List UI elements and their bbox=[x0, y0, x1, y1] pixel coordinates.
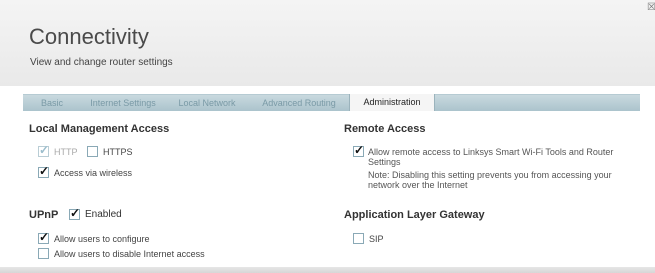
upnp-configure-option: Allow users to configure bbox=[38, 230, 150, 245]
sip-label: SIP bbox=[369, 233, 384, 244]
page-header: Connectivity View and change router sett… bbox=[0, 0, 655, 86]
local-management-heading: Local Management Access bbox=[29, 123, 170, 135]
http-label: HTTP bbox=[54, 146, 78, 157]
https-checkbox[interactable] bbox=[87, 146, 98, 158]
remote-access-heading: Remote Access bbox=[344, 123, 426, 135]
page-subtitle: View and change router settings bbox=[30, 57, 173, 68]
remote-access-label: Allow remote access to Linksys Smart Wi-… bbox=[368, 147, 614, 167]
upnp-configure-label: Allow users to configure bbox=[54, 233, 150, 244]
upnp-heading: UPnP bbox=[29, 209, 59, 221]
http-checkbox[interactable] bbox=[38, 143, 49, 158]
tab-label: Advanced Routing bbox=[262, 98, 336, 108]
upnp-disable-internet-checkbox[interactable] bbox=[38, 248, 49, 260]
sip-checkbox[interactable] bbox=[353, 233, 364, 245]
tab-basic[interactable]: Basic bbox=[23, 95, 81, 112]
alg-heading: Application Layer Gateway bbox=[344, 209, 485, 221]
tab-label: Local Network bbox=[178, 98, 236, 108]
upnp-disable-internet-label: Allow users to disable Internet access bbox=[54, 248, 205, 259]
upnp-enabled-checkbox[interactable] bbox=[69, 206, 80, 221]
wireless-label: Access via wireless bbox=[54, 167, 133, 178]
upnp-enabled-label: Enabled bbox=[85, 209, 122, 221]
https-option: HTTPS bbox=[87, 146, 133, 158]
close-icon[interactable]: ☒ bbox=[647, 3, 655, 13]
tab-label: Basic bbox=[40, 98, 63, 108]
tab-label: Internet Settings bbox=[90, 98, 156, 108]
tab-advanced-routing[interactable]: Advanced Routing bbox=[249, 95, 349, 112]
page-title: Connectivity bbox=[29, 24, 149, 49]
wireless-checkbox[interactable] bbox=[38, 164, 49, 179]
remote-access-option bbox=[353, 143, 364, 158]
tab-bar: Basic Internet Settings Local Network Ad… bbox=[23, 94, 640, 112]
sip-option: SIP bbox=[353, 233, 384, 245]
http-option: HTTP bbox=[38, 143, 78, 158]
remote-access-note: Note: Disabling this setting prevents yo… bbox=[368, 170, 612, 190]
https-label: HTTPS bbox=[103, 146, 133, 157]
upnp-disable-internet-option: Allow users to disable Internet access bbox=[38, 248, 205, 260]
tab-label: Administration bbox=[363, 97, 421, 107]
remote-access-checkbox[interactable] bbox=[353, 143, 364, 158]
tab-local-network[interactable]: Local Network bbox=[165, 95, 249, 112]
tab-administration[interactable]: Administration bbox=[349, 94, 435, 112]
tab-internet-settings[interactable]: Internet Settings bbox=[81, 95, 165, 112]
footer-divider bbox=[0, 267, 655, 273]
upnp-configure-checkbox[interactable] bbox=[38, 230, 49, 245]
wireless-option: Access via wireless bbox=[38, 164, 133, 179]
upnp-enabled-option: Enabled bbox=[69, 206, 122, 221]
